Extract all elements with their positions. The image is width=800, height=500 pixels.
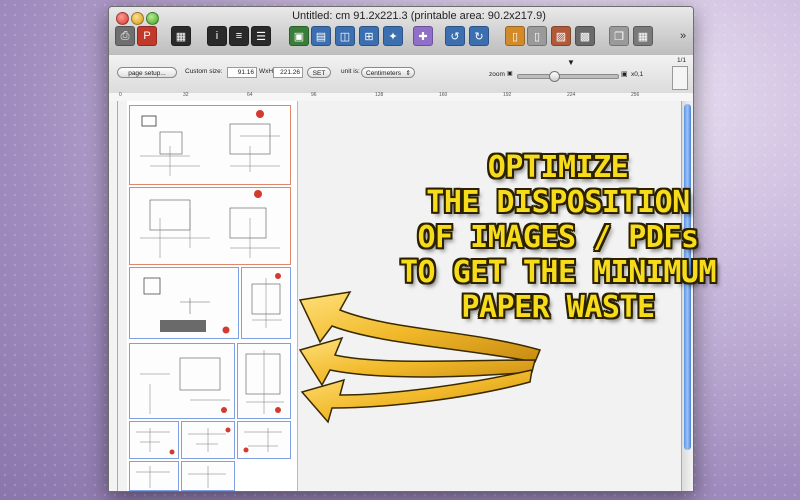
zoom-slider-knob[interactable]: [549, 71, 560, 82]
promo-line: THE DISPOSITION: [426, 185, 690, 220]
zoom-marker-icon: ▼: [567, 58, 575, 67]
unit-select-value: Centimeters: [366, 70, 402, 77]
document-icon[interactable]: ▯: [505, 26, 525, 46]
chevron-down-icon: ⇕: [405, 70, 411, 77]
page-thumbnail[interactable]: [129, 267, 239, 339]
picture-icon[interactable]: ▨: [551, 26, 571, 46]
image-icon[interactable]: ▤: [311, 26, 331, 46]
page-thumbnail[interactable]: [129, 421, 179, 459]
rotate-left-icon[interactable]: ↺: [445, 26, 465, 46]
page-thumbnail[interactable]: [129, 105, 291, 185]
set-button[interactable]: SET: [307, 67, 331, 78]
page-thumbnail[interactable]: [181, 461, 235, 491]
promo-line: TO GET THE MINIMUM: [399, 255, 717, 290]
minimize-button[interactable]: [131, 12, 144, 25]
pdf-icon[interactable]: P: [137, 26, 157, 46]
width-input[interactable]: 91.16: [227, 67, 257, 78]
unit-label: unit is:: [341, 68, 360, 75]
ruler-mark: 160: [439, 92, 448, 98]
close-button[interactable]: [116, 12, 129, 25]
magic-icon[interactable]: ✦: [383, 26, 403, 46]
promo-line: OPTIMIZE: [487, 150, 629, 185]
zoom-value: x0,1: [631, 71, 644, 78]
unit-select[interactable]: Centimeters ⇕: [361, 67, 415, 78]
print-sheet: [127, 101, 298, 491]
page-setup-button[interactable]: page setup...: [117, 67, 177, 78]
ruler-mark: 256: [631, 92, 640, 98]
ruler-mark: 224: [567, 92, 576, 98]
calculator-icon[interactable]: ▦: [633, 26, 653, 46]
page-thumbnail[interactable]: [129, 187, 291, 265]
ruler-mark: 64: [247, 92, 253, 98]
arrange-icon[interactable]: ⊞: [359, 26, 379, 46]
options-bar: page setup... Custom size: 91.16 WxH 221…: [109, 55, 693, 94]
info-icon[interactable]: i: [207, 26, 227, 46]
zoom-label: zoom: [489, 71, 505, 78]
promo-line: PAPER WASTE: [461, 290, 655, 325]
zoom-button[interactable]: [146, 12, 159, 25]
ruler-mark: 32: [183, 92, 189, 98]
list-icon[interactable]: ☰: [251, 26, 271, 46]
custom-size-label: Custom size:: [185, 68, 223, 75]
image-add-icon[interactable]: ▣: [289, 26, 309, 46]
promo-line: OF IMAGES / PDFs: [417, 220, 699, 255]
ruler-mark: 128: [375, 92, 384, 98]
window-title: Untitled: cm 91.2x221.3 (printable area:…: [292, 10, 546, 22]
zoom-out-icon[interactable]: ▣: [507, 70, 513, 77]
page-thumbnail[interactable]: [129, 343, 235, 419]
window-icon[interactable]: ◫: [335, 26, 355, 46]
page-thumbnail[interactable]: [129, 461, 179, 491]
page-navigator[interactable]: [672, 66, 688, 90]
rotate-right-icon[interactable]: ↻: [469, 26, 489, 46]
zoom-in-icon[interactable]: ▣: [621, 70, 628, 78]
height-input[interactable]: 221.26: [273, 67, 303, 78]
toolbar-overflow-button[interactable]: »: [680, 30, 686, 42]
sliders-icon[interactable]: ≡: [229, 26, 249, 46]
title-bar: Untitled: cm 91.2x221.3 (printable area:…: [109, 7, 693, 56]
copy-icon[interactable]: ❐: [609, 26, 629, 46]
vertical-ruler: [109, 101, 118, 491]
page-thumbnail[interactable]: [181, 421, 235, 459]
ruler-mark: 192: [503, 92, 512, 98]
grid-icon[interactable]: ▦: [171, 26, 191, 46]
color-icon[interactable]: ▩: [575, 26, 595, 46]
page-icon[interactable]: ▯: [527, 26, 547, 46]
ruler-mark: 96: [311, 92, 317, 98]
zoom-slider[interactable]: [517, 71, 619, 82]
ruler-mark: 0: [119, 92, 122, 98]
page-counter: 1/1: [677, 57, 687, 64]
print-icon[interactable]: ⎙: [115, 26, 135, 46]
promo-text: OPTIMIZE THE DISPOSITION OF IMAGES / PDF…: [318, 150, 798, 325]
wxh-label: WxH: [259, 68, 274, 75]
stamp-icon[interactable]: ✚: [413, 26, 433, 46]
